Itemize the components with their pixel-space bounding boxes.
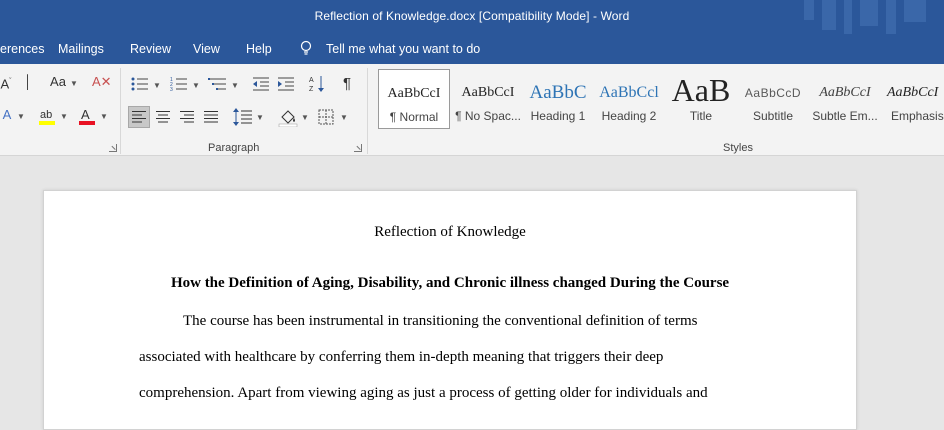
style-name: ¶ Normal xyxy=(389,110,439,124)
style-preview: AaBbCcD xyxy=(744,86,802,100)
shading-icon[interactable] xyxy=(278,107,298,127)
style-preview: AaBbC xyxy=(529,82,587,103)
justify-icon[interactable] xyxy=(203,110,219,124)
style-name: Subtle Em... xyxy=(812,109,878,123)
paragraph-line: associated with healthcare by conferring… xyxy=(139,349,664,365)
multilevel-list-icon[interactable] xyxy=(208,76,228,92)
style-name: Heading 2 xyxy=(601,109,657,123)
style-preview: AaBbCcI xyxy=(461,85,515,100)
tab-help[interactable]: Help xyxy=(246,42,272,56)
style-name: Title xyxy=(689,109,713,123)
title-bar-decoration xyxy=(794,0,944,34)
chevron-down-icon[interactable]: ▼ xyxy=(231,81,239,90)
show-formatting-marks-icon[interactable]: ¶ xyxy=(340,76,354,92)
clear-formatting-icon[interactable]: A✕ xyxy=(92,74,112,90)
chevron-down-icon[interactable]: ▼ xyxy=(153,81,161,90)
chevron-down-icon[interactable]: ▼ xyxy=(60,112,68,121)
font-dialog-launcher-icon[interactable] xyxy=(109,144,117,152)
document-title: Reflection of Knowledge xyxy=(374,224,526,240)
ribbon: Aˇ │ Aa ▼ A✕ A ▼ ab ▼ A ▼ ▼ 123 ▼ ▼ AZ ¶ xyxy=(0,64,944,156)
style-heading-1[interactable]: AaBbC Heading 1 xyxy=(521,69,595,129)
chevron-down-icon[interactable]: ▼ xyxy=(256,113,264,122)
lightbulb-icon[interactable] xyxy=(299,40,313,56)
chevron-down-icon[interactable]: ▼ xyxy=(100,112,108,121)
group-separator xyxy=(367,68,368,154)
chevron-down-icon[interactable]: ▼ xyxy=(301,113,309,122)
style-name: ¶ No Spac... xyxy=(455,109,521,123)
chevron-down-icon[interactable]: ▼ xyxy=(340,113,348,122)
bullets-icon[interactable] xyxy=(131,76,149,92)
align-right-icon[interactable] xyxy=(179,110,195,124)
styles-gallery: AaBbCcI ¶ Normal AaBbCcI ¶ No Spac... Aa… xyxy=(376,69,944,131)
group-separator xyxy=(120,68,121,154)
svg-text:ab: ab xyxy=(40,109,52,121)
clear-sep-icon: │ xyxy=(23,74,33,89)
document-heading: How the Definition of Aging, Disability,… xyxy=(170,275,730,291)
shrink-font-icon[interactable]: Aˇ xyxy=(0,74,12,92)
styles-group-label: Styles xyxy=(723,142,753,154)
paragraph-group-label: Paragraph xyxy=(208,142,260,154)
change-case-button[interactable]: Aa xyxy=(47,74,69,90)
title-bar: Reflection of Knowledge.docx [Compatibil… xyxy=(0,0,944,34)
text-effects-icon[interactable]: A xyxy=(0,107,14,123)
style-name: Subtitle xyxy=(752,109,794,123)
svg-text:A: A xyxy=(81,107,90,122)
chevron-down-icon[interactable]: ▼ xyxy=(192,81,200,90)
style-preview: AaB xyxy=(671,73,731,107)
borders-icon[interactable] xyxy=(318,109,334,125)
style-subtle-emphasis[interactable]: AaBbCcI Subtle Em... xyxy=(809,69,881,129)
line-spacing-icon[interactable] xyxy=(233,108,253,126)
ribbon-tabs: erences Mailings Review View Help Tell m… xyxy=(0,34,944,64)
paragraph-line: comprehension. Apart from viewing aging … xyxy=(139,385,708,401)
tell-me-search[interactable]: Tell me what you want to do xyxy=(326,42,480,56)
style-emphasis[interactable]: AaBbCcI Emphasis xyxy=(881,69,944,129)
document-page[interactable]: Reflection of Knowledge How the Definiti… xyxy=(43,190,857,430)
paragraph-line: The course has been instrumental in tran… xyxy=(183,313,698,329)
sort-icon[interactable]: AZ xyxy=(309,75,325,93)
style-preview: AaBbCcI xyxy=(819,85,871,100)
increase-indent-icon[interactable] xyxy=(277,76,295,92)
tab-review[interactable]: Review xyxy=(130,42,171,56)
style-heading-2[interactable]: AaBbCcl Heading 2 xyxy=(593,69,665,129)
align-left-icon[interactable] xyxy=(131,110,147,124)
svg-text:Z: Z xyxy=(309,86,314,93)
chevron-down-icon[interactable]: ▼ xyxy=(17,112,25,121)
style-normal[interactable]: AaBbCcI ¶ Normal xyxy=(378,69,450,129)
style-no-spacing[interactable]: AaBbCcI ¶ No Spac... xyxy=(452,69,524,129)
style-subtitle[interactable]: AaBbCcD Subtitle xyxy=(737,69,809,129)
tab-mailings[interactable]: Mailings xyxy=(58,42,104,56)
tab-view[interactable]: View xyxy=(193,42,220,56)
numbering-icon[interactable]: 123 xyxy=(170,76,188,92)
highlight-color-icon[interactable]: ab xyxy=(38,106,56,126)
tab-references[interactable]: erences xyxy=(0,42,44,56)
style-preview: AaBbCcI xyxy=(387,86,441,101)
style-name: Emphasis xyxy=(891,109,944,123)
font-color-icon[interactable]: A xyxy=(78,106,96,126)
align-center-icon[interactable] xyxy=(155,110,171,124)
chevron-down-icon[interactable]: ▼ xyxy=(70,79,78,88)
style-preview: AaBbCcl xyxy=(599,84,659,101)
style-name: Heading 1 xyxy=(530,109,586,123)
decrease-indent-icon[interactable] xyxy=(252,76,270,92)
svg-text:3: 3 xyxy=(170,87,173,92)
paragraph-dialog-launcher-icon[interactable] xyxy=(354,144,362,152)
svg-text:A: A xyxy=(309,77,314,84)
document-canvas[interactable]: Reflection of Knowledge How the Definiti… xyxy=(0,157,944,430)
style-preview: AaBbCcI xyxy=(887,85,939,100)
style-title[interactable]: AaB Title xyxy=(665,69,737,129)
